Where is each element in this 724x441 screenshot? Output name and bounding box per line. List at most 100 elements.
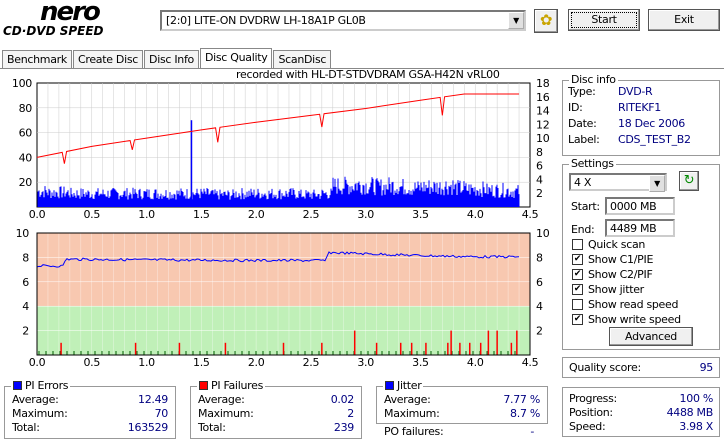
chevron-down-icon[interactable]: ▼ [649, 175, 665, 192]
x-tick: 1.0 [138, 356, 155, 369]
x-tick: 4.5 [522, 208, 539, 221]
jitter-label: Maximum: [384, 407, 440, 420]
legend-swatch-icon [13, 381, 22, 390]
checkbox-quick-scan[interactable]: Quick scan [572, 237, 681, 252]
pi-failures-value: 239 [333, 421, 354, 434]
disc-info-value: DVD-R [618, 85, 653, 98]
pi-errors-group: PI Errors Average: 12.49 Maximum: 70 Total: 16… [4, 379, 176, 439]
checkbox-show-jitter[interactable]: ✔ Show jitter [572, 282, 681, 297]
progress-row: Progress: 100 % [569, 392, 713, 406]
checkbox-show-read-speed[interactable]: Show read speed [572, 297, 681, 312]
x-tick: 2.0 [248, 356, 265, 369]
tab-disc-quality[interactable]: Disc Quality [199, 48, 273, 68]
pi-errors-row: Total: 163529 [12, 421, 168, 435]
x-tick: 1.0 [138, 208, 155, 221]
jitter-group: Jitter Average: 7.77 % Maximum: 8.7 % [376, 379, 548, 424]
checkbox-icon[interactable] [572, 239, 583, 250]
checkbox-show-c1-pie[interactable]: ✔ Show C1/PIE [572, 252, 681, 267]
speed-select[interactable]: 4 X ▼ [569, 173, 667, 192]
exit-button[interactable]: Exit [648, 9, 720, 31]
y-tick-right: 8 [536, 251, 543, 264]
x-tick: 2.5 [303, 208, 320, 221]
checkbox-icon[interactable]: ✔ [572, 314, 583, 325]
progress-row: Position: 4488 MB [569, 406, 713, 420]
pi-failures-title: PI Failures [197, 379, 265, 392]
checkbox-icon[interactable]: ✔ [572, 269, 583, 280]
y-tick-right: 16 [536, 91, 550, 104]
x-tick: 4.0 [467, 208, 484, 221]
y-tick-left: 100 [12, 77, 32, 90]
checkbox-show-write-speed[interactable]: ✔ Show write speed [572, 312, 681, 327]
pi-failures-label: Average: [198, 393, 245, 406]
x-tick: 4.5 [522, 356, 539, 369]
checkbox-label: Show jitter [588, 283, 644, 296]
disc-info-row: Label: CDS_TEST_B2 [568, 133, 714, 149]
y-tick-left: 6 [22, 276, 29, 289]
tab-create-disc[interactable]: Create Disc [72, 50, 144, 68]
y-tick-right: 8 [536, 146, 543, 159]
pi-failures-label: Maximum: [198, 407, 254, 420]
pi-errors-value: 163529 [127, 421, 169, 434]
advanced-button[interactable]: Advanced [609, 327, 693, 346]
y-tick-left: 10 [16, 227, 30, 240]
pi-errors-title: PI Errors [11, 379, 71, 392]
drive-settings-icon[interactable]: ✿ [534, 9, 558, 33]
progress-row: Speed: 3.98 X [569, 420, 713, 434]
warning-zone [37, 233, 530, 307]
y-tick-right: 4 [536, 173, 543, 186]
x-tick: 3.0 [357, 208, 374, 221]
checkbox-label: Quick scan [588, 238, 646, 251]
quality-score-box: Quality score: 95 [562, 357, 720, 378]
y-tick-right: 2 [536, 187, 543, 200]
drive-select[interactable]: [2:0] LITE-ON DVDRW LH-18A1P GL0B ▼ [160, 10, 526, 31]
pi-errors-label: Average: [12, 393, 59, 406]
checkbox-label: Show read speed [588, 298, 679, 311]
refresh-icon[interactable]: ↻ [679, 171, 699, 191]
tab-benchmark[interactable]: Benchmark [2, 50, 72, 68]
pi-failures-value: 0.02 [330, 393, 355, 406]
y-tick-left: 20 [19, 176, 33, 189]
progress-label: Position: [569, 406, 613, 419]
start-input[interactable]: 0000 MB [605, 197, 675, 215]
y-tick-left: 80 [19, 102, 33, 115]
y-tick-right: 18 [536, 77, 550, 90]
jitter-value: 7.77 % [503, 393, 540, 406]
progress-value: 4488 MB [666, 406, 714, 419]
pi-failures-row: Maximum: 2 [198, 407, 354, 421]
checkbox-icon[interactable]: ✔ [572, 284, 583, 295]
tab-scandisc[interactable]: ScanDisc [273, 50, 332, 68]
y-tick-right: 12 [536, 118, 549, 131]
checkbox-icon[interactable]: ✔ [572, 254, 583, 265]
checkbox-label: Show write speed [588, 313, 681, 326]
x-tick: 0.5 [83, 356, 100, 369]
disc-info-label: Label: [568, 133, 600, 146]
jitter-title: Jitter [383, 379, 424, 392]
disc-info-row: Date: 18 Dec 2006 [568, 117, 714, 133]
end-input[interactable]: 4489 MB [605, 219, 675, 237]
x-tick: 1.5 [193, 356, 210, 369]
progress-box: Progress: 100 % Position: 4488 MB Speed: 3.98… [562, 387, 720, 437]
x-tick: 4.0 [467, 356, 484, 369]
quality-score-label: Quality score: [569, 361, 641, 374]
pi-errors-title-text: PI Errors [25, 379, 69, 392]
checkbox-icon[interactable] [572, 299, 583, 310]
pi-failures-title-text: PI Failures [211, 379, 263, 392]
y-tick-left: 4 [22, 300, 29, 313]
disc-info-group: Disc info Type: DVD-R ID: RITEKF1 Date: 18 De… [562, 73, 720, 156]
jitter-row: Average: 7.77 % [384, 393, 540, 407]
x-tick: 2.5 [303, 356, 320, 369]
chevron-down-icon[interactable]: ▼ [508, 12, 524, 29]
checkbox-show-c2-pif[interactable]: ✔ Show C2/PIF [572, 267, 681, 282]
settings-title: Settings [569, 157, 616, 170]
x-tick: 0.0 [29, 208, 46, 221]
settings-group: Settings 4 X ▼ ↻ Start: 0000 MB End: 4489… [562, 157, 720, 350]
tab-disc-info[interactable]: Disc Info [144, 50, 199, 68]
start-button[interactable]: Start [568, 9, 640, 31]
disc-info-value: CDS_TEST_B2 [618, 133, 691, 146]
po-failures-value: - [530, 425, 534, 438]
pi-errors-row: Average: 12.49 [12, 393, 168, 407]
nero-logo: nero [40, 0, 101, 27]
pi-errors-value: 12.49 [138, 393, 168, 406]
speed-value: 4 X [574, 176, 592, 189]
y-tick-right: 4 [536, 300, 543, 313]
